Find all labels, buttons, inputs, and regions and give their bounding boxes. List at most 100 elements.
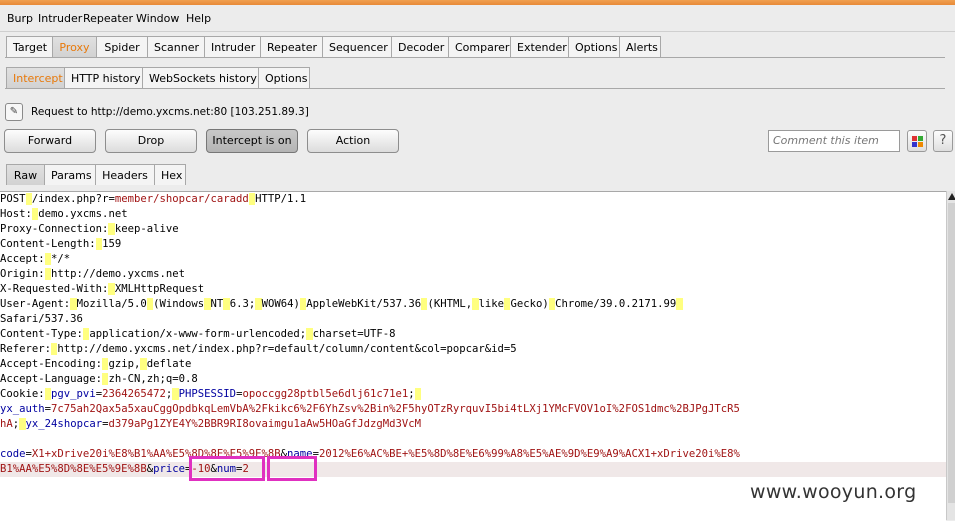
tab-options[interactable]: Options bbox=[568, 36, 620, 57]
num-highlight-box bbox=[267, 456, 317, 481]
request-token: X-Requested-With: bbox=[0, 283, 109, 295]
tab-extender[interactable]: Extender bbox=[510, 36, 569, 57]
menu-window[interactable]: Window bbox=[136, 12, 179, 25]
tab-comparer[interactable]: Comparer bbox=[448, 36, 511, 57]
request-token: 2364265472 bbox=[102, 388, 166, 400]
request-token: Cookie: bbox=[0, 388, 45, 400]
whitespace-marker bbox=[676, 298, 683, 310]
request-token: gzip, bbox=[108, 358, 141, 370]
tab-repeater[interactable]: Repeater bbox=[260, 36, 323, 57]
request-line: Cookie: pgv_pvi=2364265472; PHPSESSID=op… bbox=[0, 387, 422, 402]
request-token: yx_auth bbox=[0, 403, 45, 415]
request-token: Chrome/39.0.2171.99 bbox=[555, 298, 677, 310]
tab-decoder[interactable]: Decoder bbox=[391, 36, 449, 57]
request-line: yx_auth=7c75ah2Qax5a5xauCggOpdbkqLemVbA%… bbox=[0, 402, 740, 417]
request-line: Accept-Language: zh-CN,zh;q=0.8 bbox=[0, 372, 198, 387]
menu-repeater[interactable]: Repeater bbox=[83, 12, 133, 25]
pencil-icon[interactable]: ✎ bbox=[5, 103, 23, 121]
tab-sequencer[interactable]: Sequencer bbox=[322, 36, 392, 57]
tab-scanner[interactable]: Scanner bbox=[147, 36, 205, 57]
request-token: code bbox=[0, 448, 26, 460]
request-token: application/x-www-form-urlencoded; bbox=[89, 328, 307, 340]
request-token: AppleWebKit/537.36 bbox=[306, 298, 422, 310]
request-line: Host: demo.yxcms.net bbox=[0, 207, 128, 222]
request-token: keep-alive bbox=[114, 223, 179, 235]
request-token: hA bbox=[0, 418, 13, 430]
action-button[interactable]: Action bbox=[307, 129, 399, 153]
request-line: POST /index.php?r=member/shopcar/caradd … bbox=[0, 192, 306, 207]
request-token: 7c75ah2Qax5a5xauCggOpdbkqLemVbA%2Fkikc6%… bbox=[51, 403, 740, 415]
request-token: zh-CN,zh;q=0.8 bbox=[108, 373, 198, 385]
request-token: demo.yxcms.net bbox=[38, 208, 128, 220]
tab-raw[interactable]: Raw bbox=[6, 164, 45, 185]
tab-intruder[interactable]: Intruder bbox=[204, 36, 261, 57]
tab-headers[interactable]: Headers bbox=[95, 164, 155, 185]
request-token: Proxy-Connection: bbox=[0, 223, 109, 235]
request-line: Accept-Encoding: gzip, deflate bbox=[0, 357, 191, 372]
request-token: charset=UTF-8 bbox=[312, 328, 396, 340]
tab-spider[interactable]: Spider bbox=[96, 36, 148, 57]
request-token: (Windows bbox=[153, 298, 205, 310]
menu-burp[interactable]: Burp bbox=[7, 12, 33, 25]
request-line: B1%AA%E5%8D%8E%E5%9E%8B&price=-10&num=2 bbox=[0, 462, 946, 477]
request-token: http://demo.yxcms.net bbox=[51, 268, 185, 280]
request-line: Content-Length: 159 bbox=[0, 237, 121, 252]
color-grid-icon bbox=[912, 136, 923, 147]
raw-request-editor[interactable]: POST /index.php?r=member/shopcar/caradd … bbox=[0, 191, 946, 521]
request-token: ; bbox=[408, 388, 415, 400]
request-token: Host: bbox=[0, 208, 32, 220]
request-line: Safari/537.36 bbox=[0, 312, 83, 327]
request-token: PHPSESSID bbox=[178, 388, 237, 400]
request-token: POST bbox=[0, 193, 26, 205]
tab-alerts[interactable]: Alerts bbox=[619, 36, 661, 57]
request-line: Content-Type: application/x-www-form-url… bbox=[0, 327, 395, 342]
scroll-thumb[interactable] bbox=[948, 203, 955, 503]
request-line: code=X1+xDrive20i%E8%B1%AA%E5%8D%8E%E5%9… bbox=[0, 447, 740, 462]
request-line: Proxy-Connection: keep-alive bbox=[0, 222, 179, 237]
request-token: HTTP/1.1 bbox=[255, 193, 307, 205]
request-token: Accept: bbox=[0, 253, 45, 265]
editor-scrollbar[interactable] bbox=[946, 191, 955, 520]
request-token: Origin: bbox=[0, 268, 45, 280]
tab-websockets-history[interactable]: WebSockets history bbox=[142, 67, 259, 88]
menu-help[interactable]: Help bbox=[186, 12, 211, 25]
request-token: B1%AA%E5%8D%8E%E5%9E%8B bbox=[0, 463, 147, 475]
menu-intruder[interactable]: Intruder bbox=[38, 12, 82, 25]
scroll-up-arrow-icon[interactable] bbox=[948, 193, 955, 200]
highlight-color-button[interactable] bbox=[907, 130, 927, 152]
request-token: Content-Length: bbox=[0, 238, 96, 250]
proxy-tab-bar: Intercept HTTP history WebSockets histor… bbox=[6, 67, 310, 89]
tab-target[interactable]: Target bbox=[6, 36, 53, 57]
request-line: Origin: http://demo.yxcms.net bbox=[0, 267, 185, 282]
price-highlight-box bbox=[189, 456, 265, 481]
watermark: www.wooyun.org bbox=[750, 481, 917, 503]
intercept-toggle-button[interactable]: Intercept is on bbox=[206, 129, 298, 153]
request-target-label: Request to http://demo.yxcms.net:80 [103… bbox=[31, 106, 309, 118]
request-token: (KHTML, bbox=[427, 298, 473, 310]
drop-button[interactable]: Drop bbox=[105, 129, 197, 153]
request-line: User-Agent: Mozilla/5.0 (Windows NT 6.3;… bbox=[0, 297, 683, 312]
forward-button[interactable]: Forward bbox=[4, 129, 96, 153]
request-line: Accept: */* bbox=[0, 252, 70, 267]
request-token: Referer: bbox=[0, 343, 52, 355]
tab-http-history[interactable]: HTTP history bbox=[64, 67, 143, 88]
request-token: NT bbox=[210, 298, 224, 310]
request-line: Referer: http://demo.yxcms.net/index.php… bbox=[0, 342, 517, 357]
request-token: Content-Type: bbox=[0, 328, 83, 340]
comment-input[interactable]: Comment this item bbox=[768, 130, 900, 152]
request-token: yx_24shopcar bbox=[25, 418, 103, 430]
request-token: /index.php?r= bbox=[31, 193, 115, 205]
request-token: Mozilla/5.0 bbox=[76, 298, 147, 310]
tab-params[interactable]: Params bbox=[44, 164, 96, 185]
request-token: like bbox=[478, 298, 505, 310]
tab-intercept[interactable]: Intercept bbox=[6, 67, 65, 88]
tab-proxy[interactable]: Proxy bbox=[52, 36, 97, 57]
whitespace-marker bbox=[414, 388, 422, 400]
tab-hex[interactable]: Hex bbox=[154, 164, 186, 185]
tab-proxy-options[interactable]: Options bbox=[258, 67, 310, 88]
request-token: WOW64) bbox=[261, 298, 300, 310]
main-tab-underline bbox=[5, 57, 945, 58]
view-tab-bar: Raw Params Headers Hex bbox=[6, 164, 186, 186]
request-line: hA; yx_24shopcar=d379aPg1ZYE4Y%2BBR9RI8o… bbox=[0, 417, 421, 432]
help-button[interactable]: ? bbox=[933, 130, 953, 152]
